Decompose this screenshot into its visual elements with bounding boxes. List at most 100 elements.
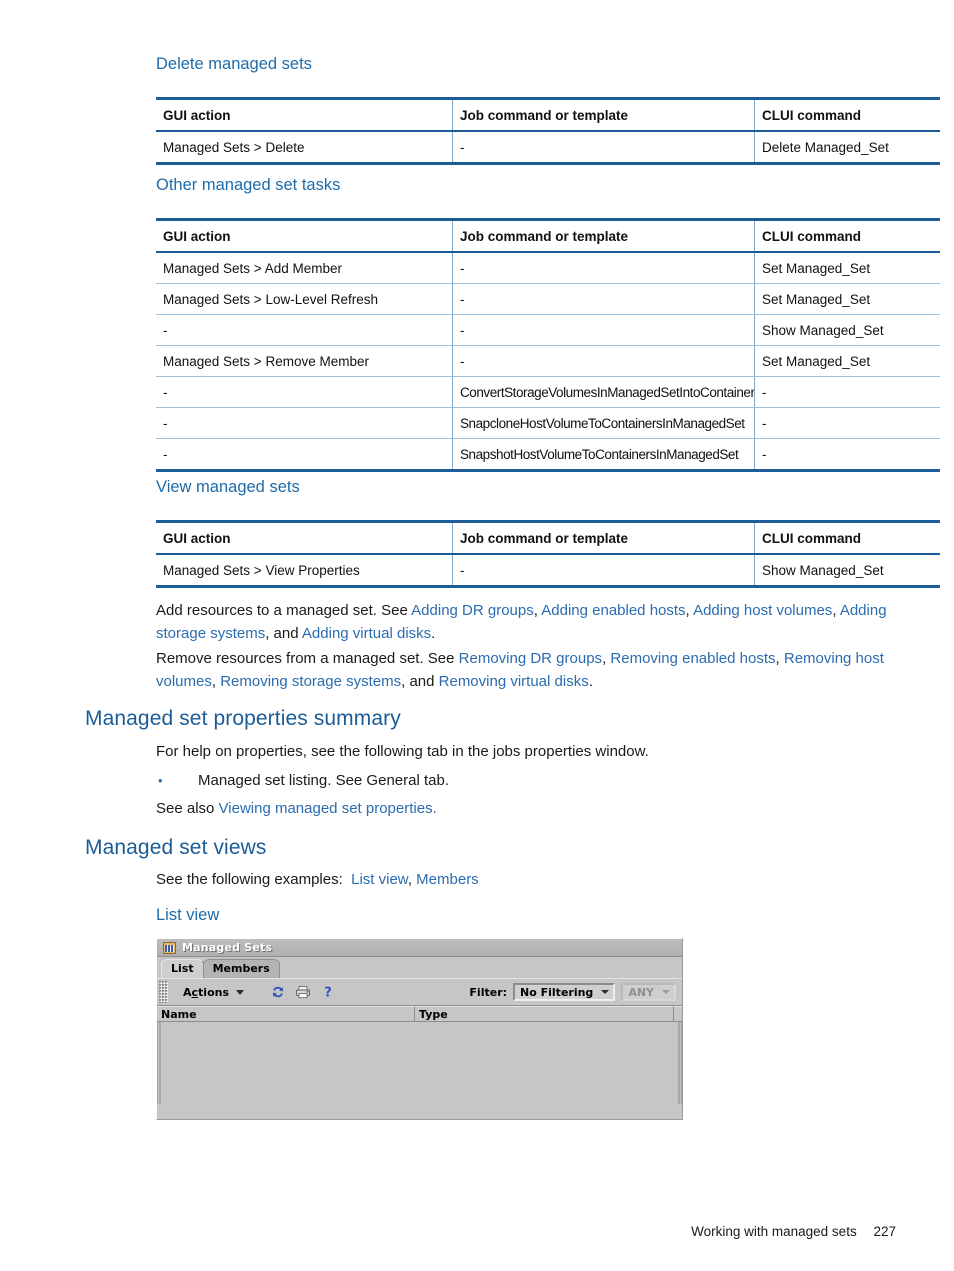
actions-label-pre: A — [183, 985, 192, 999]
heading-delete-managed-sets: Delete managed sets — [156, 55, 312, 73]
cell-gui-action: Managed Sets > Remove Member — [156, 345, 453, 377]
window-title: Managed Sets — [182, 941, 273, 954]
cell-job-command: - — [452, 252, 755, 284]
table-row: Managed Sets > Low-Level Refresh - Set M… — [156, 283, 940, 315]
link-members[interactable]: Members — [416, 871, 479, 888]
cell-job-command: SnapcloneHostVolumeToContainersInManaged… — [452, 407, 755, 439]
heading-list-view: List view — [156, 906, 220, 924]
link-adding-virtual-disks[interactable]: Adding virtual disks — [302, 625, 431, 642]
column-header-gui-action: GUI action — [156, 219, 453, 253]
refresh-icon[interactable] — [270, 984, 286, 1000]
add-text-4: , — [832, 602, 840, 619]
table-header-row: GUI action Job command or template CLUI … — [156, 98, 940, 132]
add-text-6: . — [431, 625, 436, 642]
chevron-down-icon — [601, 990, 610, 994]
cell-clui-command: Show Managed_Set — [762, 562, 884, 578]
link-removing-virtual-disks[interactable]: Removing virtual disks — [439, 673, 589, 690]
heading-view-managed-sets: View managed sets — [156, 478, 300, 496]
page-footer: Working with managed sets 227 — [691, 1224, 896, 1239]
remove-text-4: , — [211, 673, 221, 690]
column-header-clui-command: CLUI command — [754, 521, 940, 555]
filter-scope-value: ANY — [628, 985, 654, 999]
toolbar: Actions ? Filter: No Filtering ANY — [157, 978, 682, 1005]
link-removing-enabled-hosts[interactable]: Removing enabled hosts — [610, 650, 775, 667]
column-header-gui-action: GUI action — [156, 98, 453, 132]
filter-label: Filter: — [469, 985, 508, 999]
link-adding-dr-groups[interactable]: Adding DR groups — [411, 602, 534, 619]
print-icon[interactable] — [295, 984, 311, 1000]
column-header-job-command: Job command or template — [452, 98, 755, 132]
cell-job-command: - — [452, 554, 755, 587]
cell-clui-command: Delete Managed_Set — [762, 139, 889, 155]
add-text-5: , and — [265, 625, 302, 642]
cell-gui-action: - — [156, 314, 453, 346]
heading-managed-set-properties-summary: Managed set properties summary — [85, 707, 401, 730]
remove-text-3: , — [775, 650, 784, 667]
table-row: - - Show Managed_Set — [156, 314, 940, 346]
column-header-job-command: Job command or template — [452, 219, 755, 253]
heading-managed-set-views: Managed set views — [85, 836, 267, 859]
help-icon[interactable]: ? — [320, 984, 336, 1000]
column-header-clui-command: CLUI command — [754, 219, 940, 253]
link-removing-storage-systems[interactable]: Removing storage systems — [220, 673, 401, 690]
column-header-clui-command: CLUI command — [754, 98, 940, 132]
filter-mode-dropdown[interactable]: No Filtering — [513, 983, 616, 1001]
table-row: Managed Sets > Remove Member - Set Manag… — [156, 345, 940, 377]
cell-gui-action: - — [156, 376, 453, 408]
actions-menu-button[interactable]: Actions — [179, 984, 248, 1001]
window-titlebar: Managed Sets — [157, 939, 682, 957]
cell-clui-command: Set Managed_Set — [754, 252, 940, 284]
tab-members[interactable]: Members — [202, 959, 280, 978]
table-other-managed-set-tasks: GUI action Job command or template CLUI … — [156, 218, 940, 472]
table-row: Managed Sets > Delete - Delete Managed_S… — [156, 131, 940, 164]
list-item-label: Managed set listing. See General tab. — [198, 772, 449, 789]
see-also-prefix: See also — [156, 800, 219, 817]
filter-mode-value: No Filtering — [520, 985, 594, 999]
table-row: - SnapshotHostVolumeToContainersInManage… — [156, 438, 940, 471]
heading-other-managed-set-tasks: Other managed set tasks — [156, 176, 341, 194]
link-removing-dr-groups[interactable]: Removing DR groups — [459, 650, 602, 667]
tab-list[interactable]: List — [161, 959, 204, 978]
page-number: 227 — [873, 1224, 896, 1239]
cell-clui-command: - — [762, 446, 767, 462]
table-row: Managed Sets > Add Member - Set Managed_… — [156, 252, 940, 284]
cell-job-command: SnapshotHostVolumeToContainersInManagedS… — [452, 438, 755, 471]
svg-text:?: ? — [324, 985, 332, 1000]
table-delete-managed-sets: GUI action Job command or template CLUI … — [156, 97, 940, 165]
link-adding-host-volumes[interactable]: Adding host volumes — [693, 602, 832, 619]
cell-job-command: - — [452, 314, 755, 346]
bullet-icon: • — [158, 773, 163, 788]
list-body-empty[interactable] — [157, 1022, 682, 1104]
toolbar-grip-handle[interactable] — [159, 981, 168, 1003]
list-item: • Managed set listing. See General tab. — [156, 769, 900, 792]
managed-set-views-intro: See the following examples: List view, M… — [156, 868, 900, 891]
link-list-view[interactable]: List view — [351, 871, 408, 888]
actions-label: Actions — [183, 986, 229, 999]
cell-gui-action: Managed Sets > Add Member — [156, 252, 453, 284]
filter-scope-dropdown: ANY — [621, 983, 676, 1001]
cell-clui-command: - — [754, 376, 940, 408]
list-column-headers: Name Type — [157, 1005, 682, 1022]
cell-clui-command: Show Managed_Set — [754, 314, 940, 346]
cell-clui-command: Set Managed_Set — [754, 345, 940, 377]
column-header-gui-action: GUI action — [156, 521, 453, 555]
column-header-type[interactable]: Type — [415, 1006, 674, 1022]
cell-job-command: - — [452, 283, 755, 315]
cell-gui-action: Managed Sets > Low-Level Refresh — [156, 283, 453, 315]
cell-clui-command: - — [754, 407, 940, 439]
cell-gui-action: Managed Sets > Delete — [156, 131, 453, 164]
chevron-down-icon — [662, 990, 670, 994]
table-row: Managed Sets > View Properties - Show Ma… — [156, 554, 940, 587]
link-adding-enabled-hosts[interactable]: Adding enabled hosts — [541, 602, 685, 619]
table-row: - ConvertStorageVolumesInManagedSetIntoC… — [156, 376, 940, 408]
cell-job-command: ConvertStorageVolumesInManagedSetIntoCon… — [452, 376, 755, 408]
examples-separator: , — [407, 871, 417, 888]
table-view-managed-sets: GUI action Job command or template CLUI … — [156, 520, 940, 588]
add-text-3: , — [685, 602, 694, 619]
column-header-name[interactable]: Name — [157, 1006, 415, 1022]
add-text-1: Add resources to a managed set. See — [156, 602, 412, 619]
table-header-row: GUI action Job command or template CLUI … — [156, 521, 940, 555]
paragraph-remove-resources: Remove resources from a managed set. See… — [156, 647, 900, 693]
link-viewing-managed-set-properties[interactable]: Viewing managed set properties. — [219, 800, 437, 817]
column-header-filler — [674, 1006, 682, 1022]
